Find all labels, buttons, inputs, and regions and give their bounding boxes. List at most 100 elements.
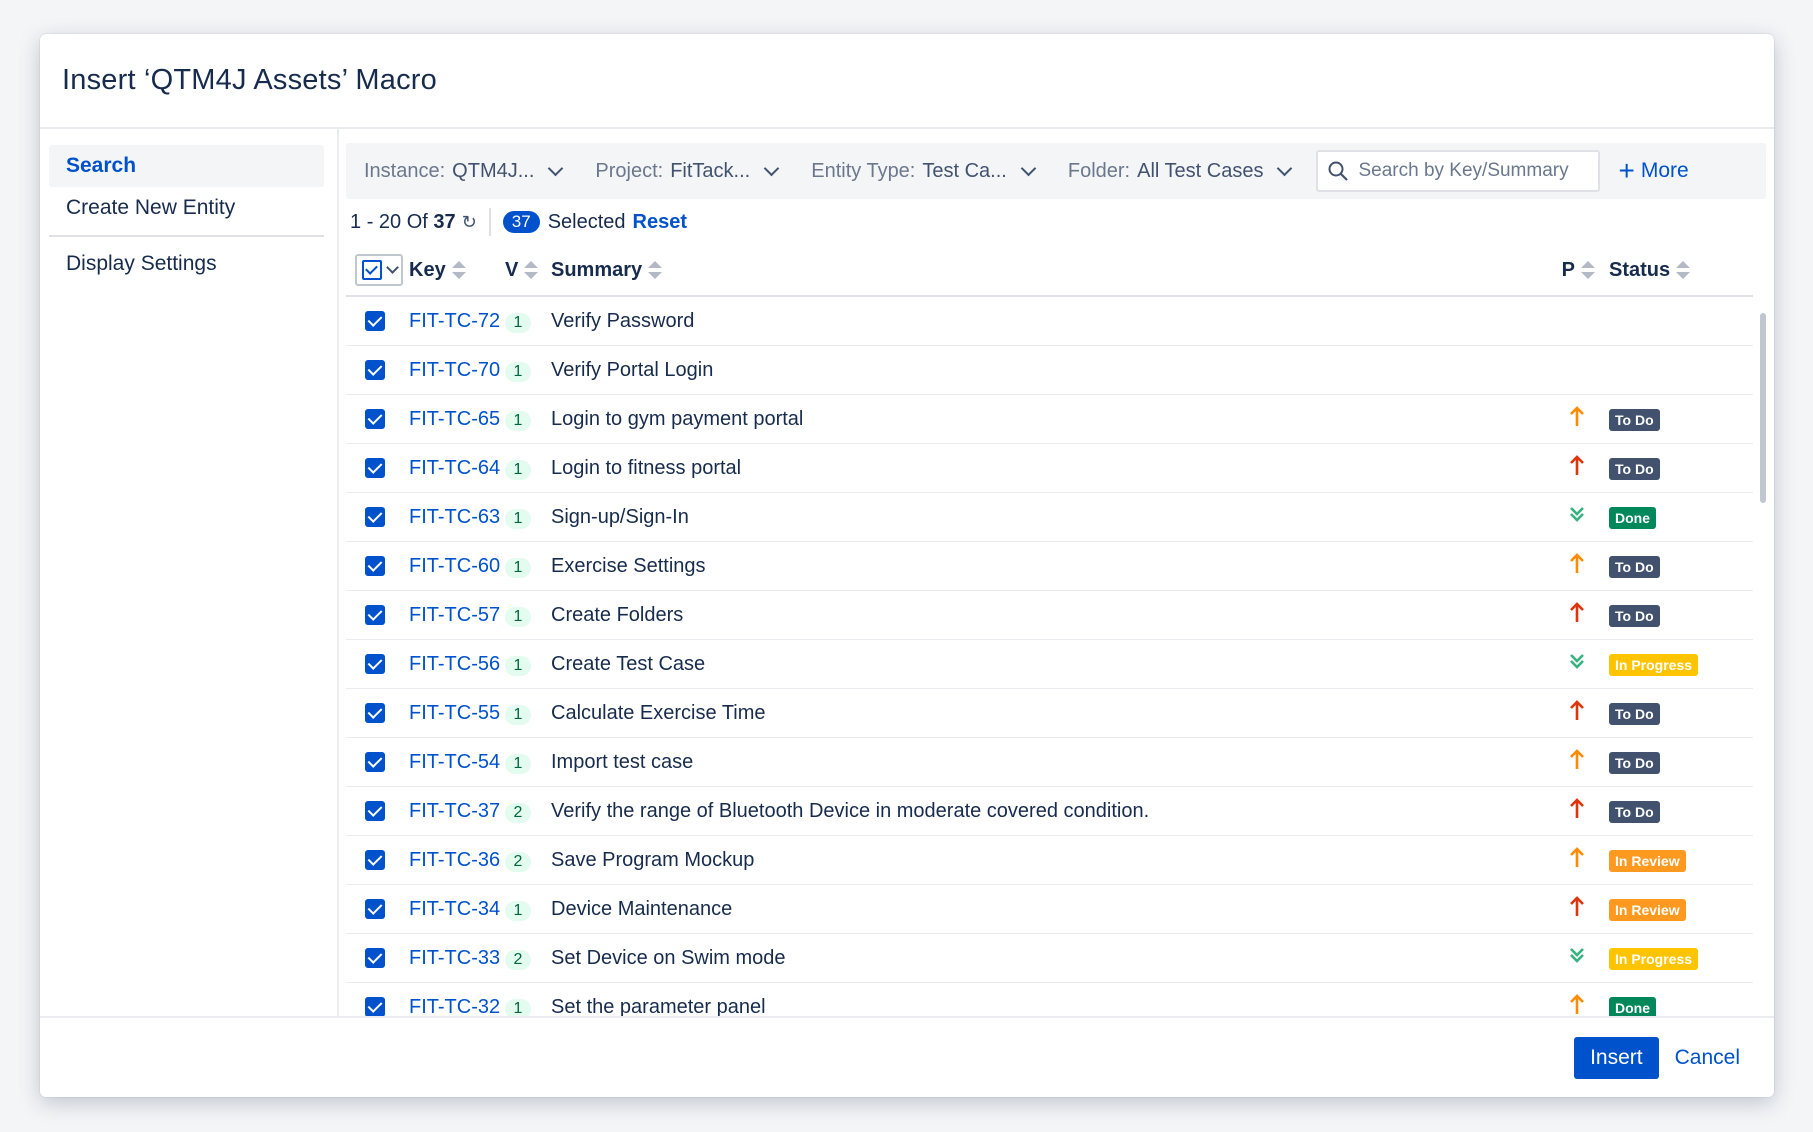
sort-icon xyxy=(648,261,663,280)
row-checkbox[interactable] xyxy=(365,556,385,576)
row-checkbox[interactable] xyxy=(365,311,385,331)
status-badge: In Progress xyxy=(1609,653,1699,676)
entity-key-link[interactable]: FIT-TC-33 xyxy=(409,947,500,969)
count-divider xyxy=(488,208,491,236)
priority-highest-icon xyxy=(1570,798,1584,818)
row-checkbox[interactable] xyxy=(365,899,385,919)
table-row[interactable]: FIT-TC-72 1 Verify Password xyxy=(346,296,1753,346)
priority-cell xyxy=(1553,933,1595,983)
status-cell: To Do xyxy=(1595,688,1753,738)
table-row[interactable]: FIT-TC-55 1 Calculate Exercise Time To Do xyxy=(346,688,1753,738)
entity-key-link[interactable]: FIT-TC-55 xyxy=(409,702,500,724)
row-select-cell xyxy=(346,345,408,395)
status-cell: To Do xyxy=(1595,443,1753,493)
filter-instance[interactable]: Instance: QTM4J... xyxy=(364,159,564,183)
version-badge: 1 xyxy=(505,508,531,529)
entity-key-link[interactable]: FIT-TC-32 xyxy=(409,996,500,1018)
row-checkbox[interactable] xyxy=(365,703,385,723)
row-checkbox[interactable] xyxy=(365,507,385,527)
column-header-key[interactable]: Key xyxy=(408,245,504,297)
table-row[interactable]: FIT-TC-54 1 Import test case To Do xyxy=(346,737,1753,787)
row-checkbox[interactable] xyxy=(365,654,385,674)
table-row[interactable]: FIT-TC-65 1 Login to gym payment portal To … xyxy=(346,394,1753,444)
table-row[interactable]: FIT-TC-63 1 Sign-up/Sign-In Done xyxy=(346,492,1753,542)
filter-value: QTM4J... xyxy=(452,159,535,182)
row-checkbox[interactable] xyxy=(365,948,385,968)
filter-folder[interactable]: Folder: All Test Cases xyxy=(1068,160,1293,183)
table-row[interactable]: FIT-TC-64 1 Login to fitness portal To Do xyxy=(346,443,1753,493)
entity-key-link[interactable]: FIT-TC-56 xyxy=(409,653,500,675)
filter-project[interactable]: Project: FitTack... xyxy=(595,159,780,183)
column-label: P xyxy=(1561,258,1575,281)
entity-key-link[interactable]: FIT-TC-37 xyxy=(409,800,500,822)
table-row[interactable]: FIT-TC-33 2 Set Device on Swim mode In Prog… xyxy=(346,933,1753,983)
entity-key-link[interactable]: FIT-TC-63 xyxy=(409,506,500,528)
entity-key-link[interactable]: FIT-TC-36 xyxy=(409,849,500,871)
summary-cell: Exercise Settings xyxy=(550,541,1553,591)
priority-cell xyxy=(1553,492,1595,542)
table-row[interactable]: FIT-TC-70 1 Verify Portal Login xyxy=(346,345,1753,395)
entity-key-link[interactable]: FIT-TC-70 xyxy=(409,359,500,381)
column-header-status[interactable]: Status xyxy=(1595,245,1753,297)
column-header-summary[interactable]: Summary xyxy=(550,245,1553,297)
status-cell: In Review xyxy=(1595,884,1753,934)
table-row[interactable]: FIT-TC-57 1 Create Folders To Do xyxy=(346,590,1753,640)
key-cell: FIT-TC-34 xyxy=(408,884,504,934)
key-cell: FIT-TC-57 xyxy=(408,590,504,640)
table-row[interactable]: FIT-TC-34 1 Device Maintenance In Review xyxy=(346,884,1753,934)
row-checkbox[interactable] xyxy=(365,409,385,429)
page-to: 20 xyxy=(378,210,402,233)
selected-count-badge: 37 xyxy=(502,211,540,233)
chevron-down-icon xyxy=(763,160,780,176)
status-badge: Done xyxy=(1609,506,1656,529)
row-checkbox[interactable] xyxy=(365,850,385,870)
search-input[interactable] xyxy=(1356,159,1591,183)
table-row[interactable]: FIT-TC-37 2 Verify the range of Bluetooth … xyxy=(346,786,1753,836)
chevron-down-icon xyxy=(385,261,399,274)
row-checkbox[interactable] xyxy=(365,752,385,772)
column-header-version[interactable]: V xyxy=(504,245,550,297)
priority-high-icon xyxy=(1570,994,1584,1014)
filter-value: FitTack... xyxy=(670,159,751,182)
priority-low-icon xyxy=(1570,948,1584,963)
summary-cell: Set Device on Swim mode xyxy=(550,933,1553,983)
reset-selection-link[interactable]: Reset xyxy=(633,211,687,234)
column-header-priority[interactable]: P xyxy=(1553,245,1595,297)
refresh-icon[interactable]: ↻ xyxy=(462,212,477,233)
scrollbar-thumb[interactable] xyxy=(1760,313,1766,503)
insert-button[interactable]: Insert xyxy=(1574,1036,1659,1079)
entity-key-link[interactable]: FIT-TC-65 xyxy=(409,408,500,430)
plus-icon: + xyxy=(1618,155,1635,186)
row-select-cell xyxy=(346,492,408,542)
status-cell: In Progress xyxy=(1595,639,1753,689)
priority-cell xyxy=(1553,639,1595,689)
sidebar-item-create-new-entity[interactable]: Create New Entity xyxy=(49,187,324,229)
priority-high-icon xyxy=(1570,553,1584,573)
entity-key-link[interactable]: FIT-TC-64 xyxy=(409,457,500,479)
entity-key-link[interactable]: FIT-TC-54 xyxy=(409,751,500,773)
row-checkbox[interactable] xyxy=(365,605,385,625)
row-checkbox[interactable] xyxy=(365,997,385,1017)
entity-key-link[interactable]: FIT-TC-57 xyxy=(409,604,500,626)
sidebar-item-search[interactable]: Search xyxy=(49,145,324,187)
summary-cell: Login to gym payment portal xyxy=(550,394,1553,444)
select-all-dropdown[interactable] xyxy=(355,254,403,286)
table-row[interactable]: FIT-TC-56 1 Create Test Case In Progress xyxy=(346,639,1753,689)
entity-key-link[interactable]: FIT-TC-60 xyxy=(409,555,500,577)
row-select-cell xyxy=(346,590,408,640)
row-checkbox[interactable] xyxy=(365,458,385,478)
more-filters-button[interactable]: + More xyxy=(1618,157,1688,185)
table-row[interactable]: FIT-TC-60 1 Exercise Settings To Do xyxy=(346,541,1753,591)
version-cell: 2 xyxy=(504,933,550,983)
version-cell: 1 xyxy=(504,345,550,395)
entity-key-link[interactable]: FIT-TC-72 xyxy=(409,310,500,332)
page-of-label: Of xyxy=(406,210,428,233)
row-checkbox[interactable] xyxy=(365,801,385,821)
cancel-button[interactable]: Cancel xyxy=(1669,1037,1746,1079)
row-checkbox[interactable] xyxy=(365,360,385,380)
table-row[interactable]: FIT-TC-36 2 Save Program Mockup In Review xyxy=(346,835,1753,885)
filter-entity-type[interactable]: Entity Type: Test Ca... xyxy=(811,160,1037,183)
entity-key-link[interactable]: FIT-TC-34 xyxy=(409,898,500,920)
version-cell: 2 xyxy=(504,835,550,885)
sidebar-item-display-settings[interactable]: Display Settings xyxy=(49,243,324,285)
